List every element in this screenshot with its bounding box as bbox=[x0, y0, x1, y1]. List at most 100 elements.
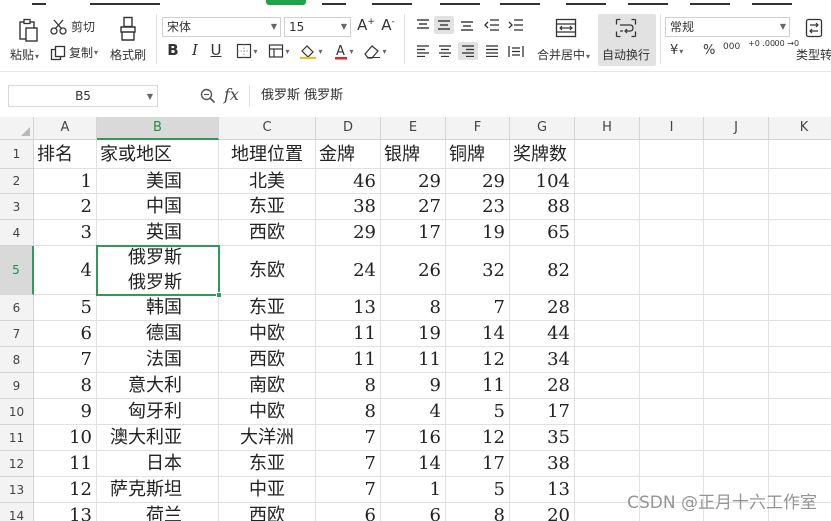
cell-country[interactable]: 澳大利亚 bbox=[97, 425, 219, 451]
cell-country[interactable]: 萨克斯坦 bbox=[97, 477, 219, 503]
cell-silver[interactable]: 26 bbox=[381, 246, 446, 295]
align-center-button[interactable] bbox=[436, 43, 454, 59]
cell-gold[interactable]: 7 bbox=[316, 451, 381, 477]
cell-region[interactable]: 西欧 bbox=[219, 347, 316, 373]
align-top-button[interactable] bbox=[414, 17, 432, 33]
tab-peek[interactable] bbox=[690, 0, 730, 5]
empty-cell[interactable] bbox=[575, 295, 640, 321]
cell-country[interactable]: 美国 bbox=[97, 169, 219, 194]
currency-button[interactable]: ¥▾ bbox=[670, 43, 683, 58]
cell-rank[interactable]: 11 bbox=[34, 451, 97, 477]
cell-total[interactable]: 13 bbox=[510, 477, 575, 503]
cell-region[interactable]: 东亚 bbox=[219, 295, 316, 321]
column-header-d[interactable]: D bbox=[316, 117, 381, 140]
cell-region[interactable]: 大洋洲 bbox=[219, 425, 316, 451]
cell-silver[interactable]: 11 bbox=[381, 347, 446, 373]
cell-total[interactable]: 65 bbox=[510, 220, 575, 246]
cell-region[interactable]: 东亚 bbox=[219, 451, 316, 477]
format-painter-button[interactable]: 格式刷 bbox=[110, 46, 146, 63]
cell-country[interactable]: 中国 bbox=[97, 194, 219, 220]
cell-bronze[interactable]: 8 bbox=[446, 503, 510, 521]
empty-cell[interactable] bbox=[640, 451, 704, 477]
cell-bronze[interactable]: 5 bbox=[446, 399, 510, 425]
type-convert-icon[interactable] bbox=[803, 17, 825, 39]
row-header-5[interactable]: 5 bbox=[0, 246, 34, 295]
cell-silver[interactable]: 27 bbox=[381, 194, 446, 220]
empty-cell[interactable] bbox=[640, 246, 704, 295]
cell-rank[interactable]: 4 bbox=[34, 246, 97, 295]
cell-gold[interactable]: 13 bbox=[316, 295, 381, 321]
cell-silver[interactable]: 16 bbox=[381, 425, 446, 451]
cell-region[interactable]: 中亚 bbox=[219, 477, 316, 503]
decrease-indent-button[interactable] bbox=[482, 17, 502, 33]
cell-silver[interactable]: 1 bbox=[381, 477, 446, 503]
align-bottom-button[interactable] bbox=[458, 17, 476, 33]
empty-cell[interactable] bbox=[575, 140, 640, 169]
cell-rank[interactable]: 6 bbox=[34, 321, 97, 347]
empty-cell[interactable] bbox=[704, 194, 769, 220]
cell-total[interactable]: 38 bbox=[510, 451, 575, 477]
cell-rank[interactable]: 9 bbox=[34, 399, 97, 425]
tab-peek[interactable] bbox=[628, 0, 668, 5]
cell-silver[interactable]: 6 bbox=[381, 503, 446, 521]
cell-bronze[interactable]: 7 bbox=[446, 295, 510, 321]
cell-silver[interactable]: 8 bbox=[381, 295, 446, 321]
underline-button[interactable]: U bbox=[208, 41, 224, 59]
row-header-4[interactable]: 4 bbox=[0, 220, 34, 246]
empty-cell[interactable] bbox=[704, 425, 769, 451]
format-painter-icon[interactable] bbox=[114, 15, 142, 43]
decrease-font-button[interactable]: A- bbox=[379, 16, 397, 34]
row-header-11[interactable]: 11 bbox=[0, 425, 34, 451]
cell-total[interactable]: 34 bbox=[510, 347, 575, 373]
empty-cell[interactable] bbox=[640, 373, 704, 399]
row-header-6[interactable]: 6 bbox=[0, 295, 34, 321]
select-all-corner[interactable] bbox=[0, 117, 34, 140]
formula-input[interactable]: 俄罗斯 俄罗斯 bbox=[249, 85, 831, 107]
cell-region[interactable]: 南欧 bbox=[219, 373, 316, 399]
cell-bronze[interactable]: 14 bbox=[446, 321, 510, 347]
clear-format-button[interactable]: ▾ bbox=[360, 42, 390, 60]
cell-region[interactable]: 西欧 bbox=[219, 503, 316, 521]
decrease-decimal-button[interactable]: .00 →0 bbox=[772, 40, 799, 48]
header-cell-country[interactable]: 家或地区 bbox=[97, 140, 219, 169]
tab-peek[interactable] bbox=[372, 0, 412, 5]
empty-cell[interactable] bbox=[640, 425, 704, 451]
cell-country[interactable]: 英国 bbox=[97, 220, 219, 246]
italic-button[interactable]: I bbox=[188, 41, 202, 59]
empty-cell[interactable] bbox=[704, 451, 769, 477]
thousands-separator-button[interactable]: 000 bbox=[723, 42, 740, 52]
column-header-a[interactable]: A bbox=[34, 117, 97, 140]
name-box[interactable]: B5 ▼ bbox=[8, 85, 158, 107]
empty-cell[interactable] bbox=[769, 347, 831, 373]
empty-cell[interactable] bbox=[575, 321, 640, 347]
cell-rank[interactable]: 5 bbox=[34, 295, 97, 321]
tab-peek[interactable] bbox=[500, 0, 540, 5]
insert-function-button[interactable]: fx bbox=[224, 85, 239, 104]
paste-button[interactable]: 粘贴▾ bbox=[10, 46, 39, 63]
cell-rank[interactable]: 12 bbox=[34, 477, 97, 503]
empty-cell[interactable] bbox=[704, 347, 769, 373]
cell-silver[interactable]: 14 bbox=[381, 451, 446, 477]
wrap-text-icon[interactable] bbox=[613, 17, 639, 39]
empty-cell[interactable] bbox=[769, 295, 831, 321]
tab-peek[interactable] bbox=[566, 0, 606, 5]
empty-cell[interactable] bbox=[704, 169, 769, 194]
tab-peek[interactable] bbox=[32, 0, 46, 5]
empty-cell[interactable] bbox=[575, 373, 640, 399]
borders-button[interactable]: ▾ bbox=[232, 42, 262, 60]
empty-cell[interactable] bbox=[640, 194, 704, 220]
wrap-text-button[interactable]: 自动换行 bbox=[602, 46, 650, 63]
cell-rank[interactable]: 8 bbox=[34, 373, 97, 399]
column-header-e[interactable]: E bbox=[381, 117, 446, 140]
cell-gold[interactable]: 24 bbox=[316, 246, 381, 295]
cell-country[interactable]: 韩国 bbox=[97, 295, 219, 321]
cell-gold[interactable]: 6 bbox=[316, 503, 381, 521]
merge-center-button[interactable]: 合并居中▾ bbox=[537, 46, 590, 63]
empty-cell[interactable] bbox=[769, 373, 831, 399]
column-header-f[interactable]: F bbox=[446, 117, 510, 140]
cell-bronze[interactable]: 19 bbox=[446, 220, 510, 246]
column-header-g[interactable]: G bbox=[510, 117, 575, 140]
cell-country[interactable]: 德国 bbox=[97, 321, 219, 347]
cell-total[interactable]: 82 bbox=[510, 246, 575, 295]
empty-cell[interactable] bbox=[769, 451, 831, 477]
